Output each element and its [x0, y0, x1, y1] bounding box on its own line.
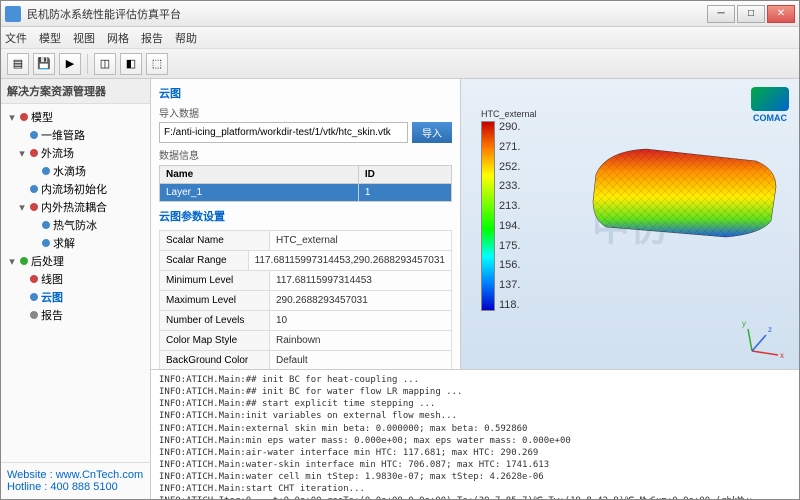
param-row[interactable]: BackGround ColorDefault: [159, 350, 452, 369]
window-title: 民机防冰系统性能评估仿真平台: [27, 6, 707, 22]
import-label: 导入数据: [159, 105, 452, 120]
menu-网格[interactable]: 网格: [107, 30, 129, 46]
colorbar-tick: 194.: [499, 220, 520, 232]
axis-triad: x y z: [744, 319, 784, 359]
colorbar-tick: 233.: [499, 180, 520, 192]
app-icon: [5, 6, 21, 22]
sidebar-footer: Website : www.CnTech.com Hotline : 400 8…: [1, 462, 150, 499]
colorbar-tick: 213.: [499, 200, 520, 212]
sidebar-header: 解决方案资源管理器: [1, 79, 150, 104]
layer-table[interactable]: NameID Layer_11: [159, 165, 452, 202]
tree-node[interactable]: 报告: [5, 306, 146, 324]
minimize-button[interactable]: ─: [707, 5, 735, 23]
tree-node[interactable]: ▾模型: [5, 108, 146, 126]
solution-tree[interactable]: ▾模型一维管路▾外流场水滴场内流场初始化▾内外热流耦合热气防冰求解▾后处理线图云…: [1, 104, 150, 462]
param-row[interactable]: Color Map StyleRainbown: [159, 330, 452, 351]
path-input[interactable]: [159, 122, 408, 143]
menubar: 文件模型视图网格报告帮助: [1, 27, 799, 49]
menu-模型[interactable]: 模型: [39, 30, 61, 46]
tree-node[interactable]: ▾内外热流耦合: [5, 198, 146, 216]
cube2-icon[interactable]: ◧: [120, 53, 142, 75]
footer-hotline: Hotline : 400 888 5100: [7, 481, 144, 493]
viewport-3d[interactable]: 中仿 COMAC HTC_external 290.271.252.233.21…: [461, 79, 799, 369]
menu-帮助[interactable]: 帮助: [175, 30, 197, 46]
logo: COMAC: [751, 87, 789, 123]
menu-报告[interactable]: 报告: [141, 30, 163, 46]
colorbar-tick: 175.: [499, 240, 520, 252]
footer-website: Website : www.CnTech.com: [7, 469, 144, 481]
import-button[interactable]: 导入: [412, 122, 452, 143]
colorbar-tick: 252.: [499, 161, 520, 173]
titlebar: 民机防冰系统性能评估仿真平台 ─ □ ✕: [1, 1, 799, 27]
new-icon[interactable]: ▤: [7, 53, 29, 75]
menu-视图[interactable]: 视图: [73, 30, 95, 46]
tree-node[interactable]: ▾后处理: [5, 252, 146, 270]
menu-文件[interactable]: 文件: [5, 30, 27, 46]
colorbar-tick: 156.: [499, 259, 520, 271]
form-panel: 云图 导入数据 导入 数据信息 NameID Layer_11 云图参数设置 S…: [151, 79, 461, 369]
cube3-icon[interactable]: ⬚: [146, 53, 168, 75]
sidebar: 解决方案资源管理器 ▾模型一维管路▾外流场水滴场内流场初始化▾内外热流耦合热气防…: [1, 79, 151, 499]
param-row[interactable]: Maximum Level290.2688293457031: [159, 290, 452, 311]
params-title: 云图参数设置: [159, 208, 452, 224]
tree-node[interactable]: ▾外流场: [5, 144, 146, 162]
tree-node[interactable]: 一维管路: [5, 126, 146, 144]
colorbar-gradient: [481, 121, 495, 311]
tree-node[interactable]: 水滴场: [5, 162, 146, 180]
colorbar: HTC_external 290. 271. 252. 233. 213. 194. 175…: [481, 109, 537, 311]
save-icon[interactable]: 💾: [33, 53, 55, 75]
maximize-button[interactable]: □: [737, 5, 765, 23]
tree-node[interactable]: 内流场初始化: [5, 180, 146, 198]
logo-icon: [751, 87, 789, 111]
colorbar-tick: 118.: [499, 299, 520, 311]
colorbar-title: HTC_external: [481, 109, 537, 119]
param-row[interactable]: Number of Levels10: [159, 310, 452, 331]
logo-text: COMAC: [751, 113, 789, 123]
cube-icon[interactable]: ◫: [94, 53, 116, 75]
param-row[interactable]: Minimum Level117.68115997314453: [159, 270, 452, 291]
tree-node[interactable]: 求解: [5, 234, 146, 252]
console-log[interactable]: INFO:ATICH.Main:## init BC for heat-coup…: [151, 369, 799, 499]
tree-node[interactable]: 热气防冰: [5, 216, 146, 234]
param-row[interactable]: Scalar Range117.68115997314453,290.26882…: [159, 250, 452, 271]
tree-node[interactable]: 云图: [5, 288, 146, 306]
colorbar-tick: 137.: [499, 279, 520, 291]
colorbar-tick: 290.: [499, 121, 520, 133]
run-icon[interactable]: ▶: [59, 53, 81, 75]
colorbar-tick: 271.: [499, 141, 520, 153]
mesh-render: [581, 139, 781, 249]
toolbar: ▤ 💾 ▶ ◫ ◧ ⬚: [1, 49, 799, 79]
tree-node[interactable]: 线图: [5, 270, 146, 288]
data-label: 数据信息: [159, 147, 452, 162]
app-window: 民机防冰系统性能评估仿真平台 ─ □ ✕ 文件模型视图网格报告帮助 ▤ 💾 ▶ …: [0, 0, 800, 500]
table-row[interactable]: Layer_11: [160, 184, 452, 202]
panel-title: 云图: [159, 85, 452, 101]
close-button[interactable]: ✕: [767, 5, 795, 23]
param-row[interactable]: Scalar NameHTC_external: [159, 230, 452, 251]
